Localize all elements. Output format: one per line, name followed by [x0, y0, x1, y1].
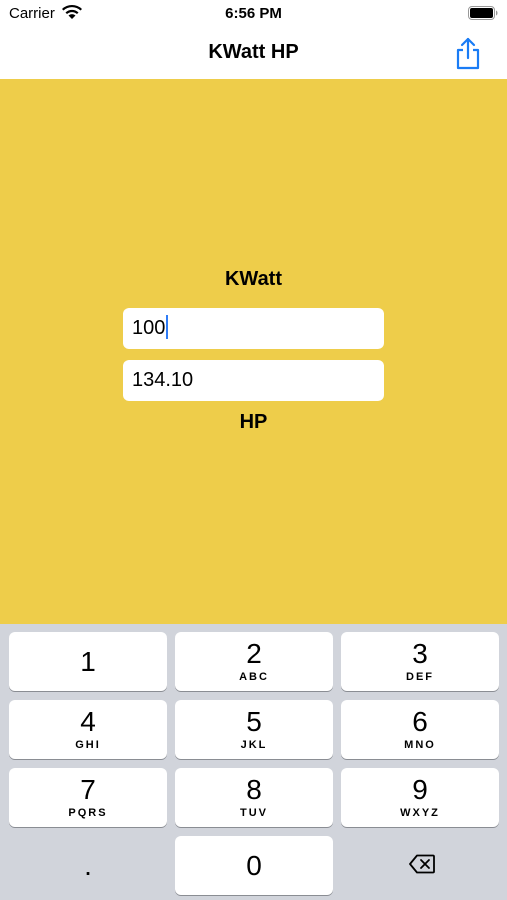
text-cursor [166, 314, 169, 339]
navigation-bar: KWatt HP [0, 28, 507, 79]
key-digit: 7 [80, 774, 96, 805]
key-6[interactable]: 6 MNO [341, 700, 499, 759]
hp-input-value: 134.10 [132, 369, 194, 391]
key-digit: 9 [412, 774, 428, 805]
key-decimal[interactable]: . [9, 836, 167, 895]
key-digit: 2 [246, 638, 262, 669]
key-8[interactable]: 8 TUV [175, 768, 333, 827]
key-7[interactable]: 7 PQRS [9, 768, 167, 827]
delete-key[interactable] [341, 836, 499, 895]
key-letters: WXYZ [400, 807, 440, 819]
key-decimal-label: . [84, 850, 92, 881]
key-letters: TUV [240, 807, 268, 819]
key-digit: 1 [80, 646, 96, 677]
hp-label: HP [239, 411, 268, 433]
key-4[interactable]: 4 GHI [9, 700, 167, 759]
kwatt-input[interactable]: 100 [123, 308, 384, 349]
key-letters: ABC [239, 671, 269, 683]
key-9[interactable]: 9 WXYZ [341, 768, 499, 827]
key-digit: 5 [246, 706, 262, 737]
key-digit: 6 [412, 706, 428, 737]
key-3[interactable]: 3 DEF [341, 632, 499, 691]
key-digit: 0 [246, 850, 262, 881]
key-digit: 3 [412, 638, 428, 669]
backspace-icon [409, 854, 435, 874]
status-bar: Carrier 6:56 PM [0, 0, 507, 28]
share-icon[interactable] [453, 36, 483, 72]
key-letters: DEF [406, 671, 434, 683]
battery-icon [468, 6, 498, 20]
key-digit: 8 [246, 774, 262, 805]
key-letters: JKL [240, 739, 268, 751]
page-title: KWatt HP [208, 41, 299, 63]
kwatt-label: KWatt [224, 268, 283, 290]
key-letters: GHI [75, 739, 101, 751]
converter-panel: KWatt 100 134.10 HP [0, 79, 507, 624]
kwatt-input-value: 100 [132, 317, 166, 339]
key-letters: PQRS [68, 807, 108, 819]
key-letters: MNO [404, 739, 436, 751]
key-digit: 4 [80, 706, 96, 737]
key-2[interactable]: 2 ABC [175, 632, 333, 691]
key-1[interactable]: 1 [9, 632, 167, 691]
status-time: 6:56 PM [225, 5, 282, 22]
numeric-keypad: 1 2 ABC 3 DEF 4 GHI 5 JKL 6 MNO 7 PQRS 8… [0, 624, 507, 900]
hp-input[interactable]: 134.10 [123, 360, 384, 401]
key-5[interactable]: 5 JKL [175, 700, 333, 759]
key-0[interactable]: 0 [175, 836, 333, 895]
